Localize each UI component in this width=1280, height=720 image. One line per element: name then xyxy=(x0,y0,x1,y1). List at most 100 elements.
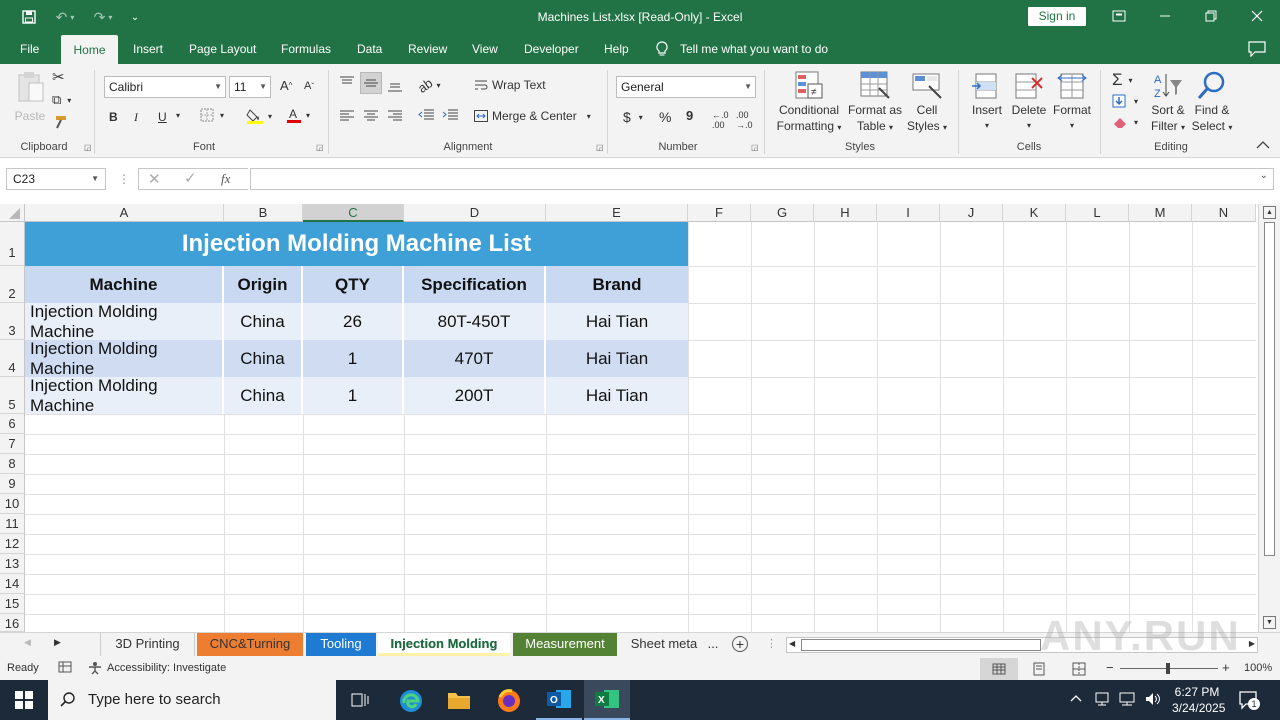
insert-function-button[interactable]: fx xyxy=(221,171,230,187)
autosum-icon[interactable]: Σ ▾ xyxy=(1112,70,1133,90)
increase-font-icon[interactable]: A ^ xyxy=(280,78,292,93)
edge-icon[interactable] xyxy=(398,688,424,717)
table-cell[interactable]: Injection Molding Machine xyxy=(25,376,224,415)
vertical-scrollbar[interactable]: ▲ ▼ xyxy=(1258,204,1280,632)
row-header-5[interactable]: 5 xyxy=(0,377,25,414)
normal-view-icon[interactable] xyxy=(980,658,1018,680)
scroll-left-icon[interactable]: ◀ xyxy=(789,639,795,648)
zoom-in-icon[interactable]: + xyxy=(1222,660,1230,675)
new-sheet-icon[interactable]: + xyxy=(732,636,748,652)
taskbar-search[interactable]: Type here to search xyxy=(48,680,336,720)
sort-filter-button[interactable]: AZ Sort & Filter ▾ xyxy=(1144,70,1192,136)
accessibility-checker[interactable]: Accessibility: Investigate xyxy=(88,661,226,675)
paste-button[interactable]: Paste xyxy=(12,70,48,124)
sheet-tab-injection-molding[interactable]: Injection Molding xyxy=(378,633,510,656)
font-size-combo[interactable]: 11 ▼ xyxy=(229,76,271,98)
save-icon[interactable] xyxy=(18,6,40,28)
column-header-d[interactable]: D xyxy=(404,204,546,222)
font-name-combo[interactable]: Calibri ▼ xyxy=(104,76,226,98)
font-launcher-icon[interactable]: ◲ xyxy=(316,143,324,152)
number-launcher-icon[interactable]: ◲ xyxy=(751,143,759,152)
zoom-level[interactable]: 100% xyxy=(1244,662,1272,674)
row-header-1[interactable]: 1 xyxy=(0,222,25,266)
more-sheets-button[interactable]: ... xyxy=(704,633,722,656)
table-cell[interactable]: 80T-450T xyxy=(404,303,546,340)
row-header-9[interactable]: 9 xyxy=(0,474,25,494)
row-header-11[interactable]: 11 xyxy=(0,514,25,534)
column-header-k[interactable]: K xyxy=(1003,204,1066,222)
cell-styles-button[interactable]: Cell Styles ▾ xyxy=(902,70,952,136)
restore-icon[interactable] xyxy=(1188,0,1234,32)
delete-cells-button[interactable]: Delete ▾ xyxy=(1008,70,1050,134)
table-cell[interactable]: 1 xyxy=(303,377,404,414)
align-top-icon[interactable] xyxy=(340,76,354,88)
bold-button[interactable]: B xyxy=(109,110,118,124)
row-header-10[interactable]: 10 xyxy=(0,494,25,514)
network-icon[interactable] xyxy=(1118,691,1136,710)
column-header-l[interactable]: L xyxy=(1066,204,1129,222)
table-cell[interactable]: 26 xyxy=(303,303,404,340)
underline-dropdown-icon[interactable]: ▾ xyxy=(176,111,180,120)
confirm-entry-icon[interactable]: ✓ xyxy=(184,169,197,187)
align-bottom-icon[interactable] xyxy=(388,80,402,92)
cancel-entry-icon[interactable]: ✕ xyxy=(148,170,161,188)
increase-indent-icon[interactable] xyxy=(442,109,458,121)
table-cell[interactable]: Hai Tian xyxy=(546,303,688,340)
sheet-tab-tooling[interactable]: Tooling xyxy=(306,633,376,656)
task-view-icon[interactable] xyxy=(350,690,370,713)
tab-review[interactable]: Review xyxy=(408,34,447,64)
cut-icon[interactable]: ✂ xyxy=(52,68,65,86)
row-header-12[interactable]: 12 xyxy=(0,534,25,554)
row-header-14[interactable]: 14 xyxy=(0,574,25,594)
number-format-combo[interactable]: General ▼ xyxy=(616,76,756,98)
format-cells-button[interactable]: Format ▾ xyxy=(1050,70,1094,134)
row-header-6[interactable]: 6 xyxy=(0,414,25,434)
decrease-decimal-icon[interactable]: .00 →.0 xyxy=(736,110,753,130)
sheet-tab-cnc-turning[interactable]: CNC&Turning xyxy=(197,633,303,656)
column-header-m[interactable]: M xyxy=(1129,204,1192,222)
header-origin[interactable]: Origin xyxy=(224,266,303,303)
close-icon[interactable] xyxy=(1234,0,1280,32)
column-header-j[interactable]: J xyxy=(940,204,1003,222)
orientation-icon[interactable]: ab ▾ xyxy=(415,75,440,96)
tab-home[interactable]: Home xyxy=(61,35,118,65)
notifications-icon[interactable]: 1 xyxy=(1238,690,1260,713)
file-explorer-icon[interactable] xyxy=(447,689,471,714)
italic-button[interactable]: I xyxy=(134,110,138,125)
tab-insert[interactable]: Insert xyxy=(133,34,163,64)
tab-view[interactable]: View xyxy=(472,34,498,64)
clock[interactable]: 6:27 PM 3/24/2025 xyxy=(1172,684,1225,716)
align-left-icon[interactable] xyxy=(340,110,354,122)
tell-me-box[interactable]: Tell me what you want to do xyxy=(656,34,828,64)
column-header-b[interactable]: B xyxy=(224,204,303,222)
table-cell[interactable]: Hai Tian xyxy=(546,340,688,377)
table-cell[interactable]: Injection Molding Machine xyxy=(25,339,224,378)
collapse-ribbon-icon[interactable] xyxy=(1256,140,1270,150)
scroll-tabs-right-icon[interactable]: ▶ xyxy=(54,637,61,648)
column-header-g[interactable]: G xyxy=(751,204,814,222)
conditional-formatting-button[interactable]: ≠ Conditional Formatting ▾ xyxy=(770,70,848,136)
format-as-table-button[interactable]: Format as Table ▾ xyxy=(846,70,904,136)
horizontal-scrollbar[interactable]: ◀ ▶ xyxy=(786,637,1258,653)
row-header-13[interactable]: 13 xyxy=(0,554,25,574)
column-header-h[interactable]: H xyxy=(814,204,877,222)
undo-icon[interactable]: ↶ ▾ xyxy=(48,6,82,28)
scroll-up-icon[interactable]: ▲ xyxy=(1263,206,1276,219)
clear-icon[interactable]: ▾ xyxy=(1112,116,1138,128)
decrease-font-icon[interactable]: Aˇ xyxy=(304,80,314,92)
sheet-tab-sheet-meta[interactable]: Sheet meta xyxy=(624,633,704,656)
header-qty[interactable]: QTY xyxy=(303,266,404,303)
header-specification[interactable]: Specification xyxy=(404,266,546,303)
row-header-7[interactable]: 7 xyxy=(0,434,25,454)
tab-data[interactable]: Data xyxy=(357,34,382,64)
table-cell[interactable]: 200T xyxy=(404,377,546,414)
underline-button[interactable]: U xyxy=(158,110,167,124)
increase-decimal-icon[interactable]: ←.0.00 xyxy=(712,110,729,130)
table-cell[interactable]: China xyxy=(224,340,303,377)
excel-icon[interactable]: X xyxy=(584,680,630,720)
page-layout-view-icon[interactable] xyxy=(1032,662,1046,679)
clipboard-launcher-icon[interactable]: ◲ xyxy=(84,143,92,152)
scroll-right-icon[interactable]: ▶ xyxy=(1249,639,1255,648)
sheet-tab-measurement[interactable]: Measurement xyxy=(513,633,617,656)
tab-help[interactable]: Help xyxy=(604,34,629,64)
